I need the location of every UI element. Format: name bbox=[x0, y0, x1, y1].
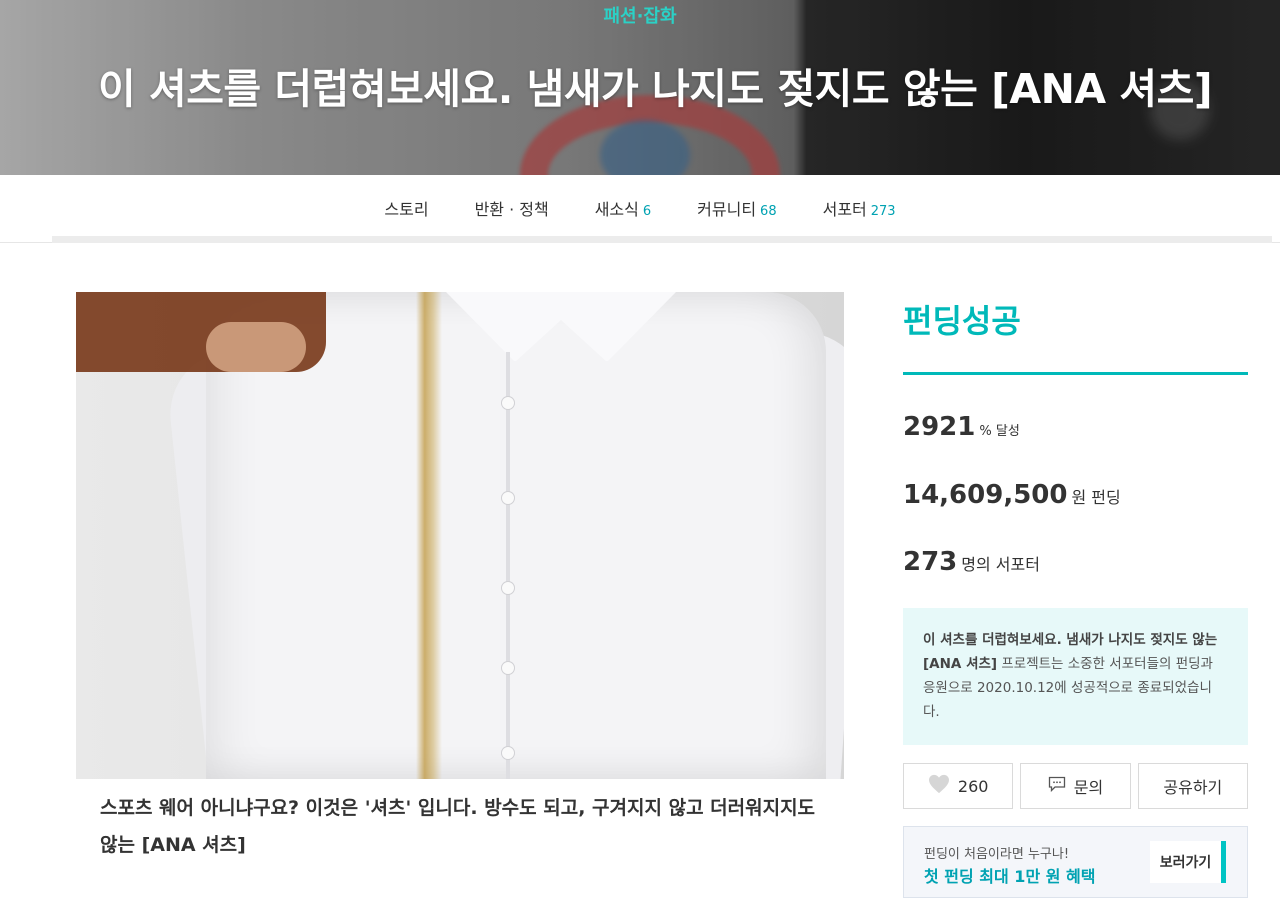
tab-refund-policy[interactable]: 반환 · 정책 bbox=[452, 196, 572, 220]
tab-supporters[interactable]: 서포터 273 bbox=[800, 196, 919, 220]
tab-divider bbox=[52, 236, 1272, 243]
funded-amount-unit: 원 펀딩 bbox=[1071, 488, 1121, 507]
project-main-image[interactable] bbox=[76, 292, 844, 779]
project-category-link[interactable]: 패션·잡화 bbox=[0, 2, 1280, 28]
project-summary: 스포츠 웨어 아니냐구요? 이것은 '셔츠' 입니다. 방수도 되고, 구겨지지… bbox=[100, 797, 816, 856]
liquid-stream bbox=[416, 292, 442, 779]
tab-community[interactable]: 커뮤니티 68 bbox=[674, 196, 799, 220]
funded-amount-value: 14,609,500 bbox=[903, 480, 1068, 510]
tab-count: 68 bbox=[760, 204, 777, 219]
share-button[interactable]: 공유하기 bbox=[1137, 763, 1248, 809]
project-tab-nav: 스토리 반환 · 정책 새소식 6 커뮤니티 68 서포터 273 bbox=[0, 175, 1280, 243]
promo-subtitle: 펀딩이 처음이라면 누구나! bbox=[924, 847, 1070, 862]
promo-view-button[interactable]: 보러가기 bbox=[1150, 841, 1226, 883]
funding-status: 펀딩성공 bbox=[903, 302, 1021, 340]
achievement-rate: 2921% 달성 bbox=[903, 412, 1020, 442]
hand bbox=[206, 322, 306, 372]
tab-label: 서포터 bbox=[822, 200, 867, 219]
shirt-button bbox=[502, 662, 514, 674]
tab-label: 반환 · 정책 bbox=[474, 200, 549, 219]
funding-complete-notice: 이 셔츠를 더럽혀보세요. 냄새가 나지도 젖지도 않는 [ANA 셔츠] 프로… bbox=[903, 608, 1248, 745]
first-funding-promo[interactable]: 펀딩이 처음이라면 누구나! 첫 펀딩 최대 1만 원 혜택 보러가기 bbox=[903, 826, 1248, 898]
project-hero: 패션·잡화 이 셔츠를 더럽혀보세요. 냄새가 나지도 젖지도 않는 [ANA … bbox=[0, 0, 1280, 175]
shirt-button bbox=[502, 492, 514, 504]
achievement-value: 2921 bbox=[903, 412, 976, 442]
like-button[interactable]: 260 bbox=[903, 763, 1014, 809]
achievement-unit: % 달성 bbox=[979, 424, 1020, 439]
project-title: 이 셔츠를 더럽혀보세요. 냄새가 나지도 젖지도 않는 [ANA 셔츠] bbox=[98, 65, 1213, 113]
supporter-count-value: 273 bbox=[903, 547, 958, 577]
heart-icon bbox=[928, 774, 950, 798]
chat-icon bbox=[1048, 776, 1066, 796]
tab-news[interactable]: 새소식 6 bbox=[572, 196, 674, 220]
shirt-button bbox=[502, 397, 514, 409]
share-label: 공유하기 bbox=[1163, 778, 1223, 797]
action-buttons: 260 문의 공유하기 bbox=[903, 763, 1248, 809]
tab-label: 스토리 bbox=[384, 200, 429, 219]
shirt-button bbox=[502, 582, 514, 594]
tab-count: 273 bbox=[870, 204, 896, 219]
supporter-count-unit: 명의 서포터 bbox=[961, 555, 1040, 574]
inquiry-label: 문의 bbox=[1073, 778, 1104, 797]
tab-story[interactable]: 스토리 bbox=[361, 196, 451, 220]
supporter-count: 273 명의 서포터 bbox=[903, 547, 1040, 577]
tab-label: 새소식 bbox=[594, 200, 639, 219]
tab-count: 6 bbox=[642, 204, 652, 219]
funded-amount: 14,609,500 원 펀딩 bbox=[903, 480, 1121, 510]
shirt-button bbox=[502, 747, 514, 759]
promo-title: 첫 펀딩 최대 1만 원 혜택 bbox=[924, 867, 1096, 886]
status-divider bbox=[903, 372, 1248, 375]
tab-label: 커뮤니티 bbox=[697, 200, 757, 219]
like-count: 260 bbox=[957, 776, 989, 796]
inquiry-button[interactable]: 문의 bbox=[1020, 763, 1131, 809]
shirt-placket bbox=[506, 352, 510, 779]
